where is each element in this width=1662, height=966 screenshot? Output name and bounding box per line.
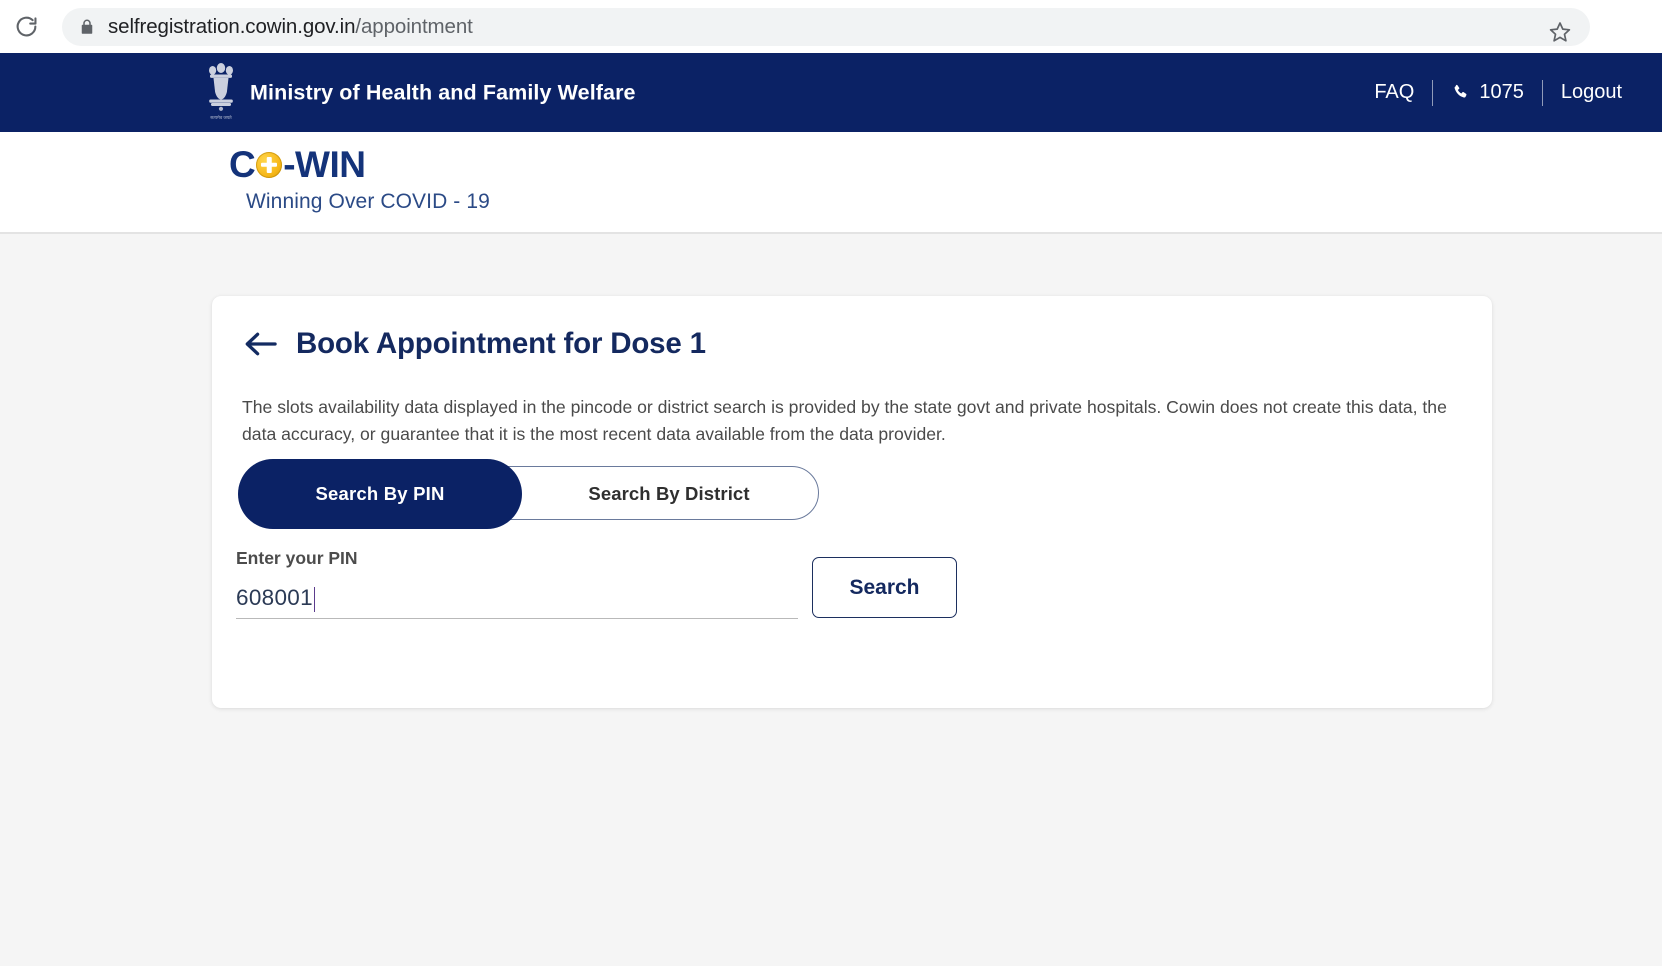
header-links: FAQ 1075 Logout — [1356, 53, 1662, 132]
cowin-logo-c: C — [229, 144, 256, 185]
cowin-wordmark: C -WIN — [229, 146, 490, 183]
back-arrow-icon[interactable] — [244, 331, 277, 357]
address-bar[interactable]: selfregistration.cowin.gov.in/appointmen… — [62, 8, 1590, 46]
pin-field-label: Enter your PIN — [236, 548, 358, 568]
cowin-logo[interactable]: C -WIN Winning Over COVID - 19 — [229, 146, 490, 214]
lock-icon — [78, 18, 96, 36]
svg-text:सत्यमेव जयते: सत्यमेव जयते — [210, 115, 232, 120]
government-header: सत्यमेव जयते Ministry of Health and Fami… — [0, 53, 1662, 132]
helpline-link[interactable]: 1075 — [1433, 81, 1542, 104]
brand-band: C -WIN Winning Over COVID - 19 — [0, 132, 1662, 234]
cowin-tagline: Winning Over COVID - 19 — [246, 190, 490, 213]
phone-icon — [1451, 83, 1470, 102]
pin-input-value: 608001 — [236, 585, 313, 610]
url-text: selfregistration.cowin.gov.in/appointmen… — [108, 15, 473, 39]
url-path: /appointment — [355, 15, 473, 38]
cowin-logo-win: -WIN — [283, 144, 366, 185]
logout-link[interactable]: Logout — [1543, 81, 1640, 104]
ministry-title: Ministry of Health and Family Welfare — [250, 80, 636, 104]
browser-toolbar: selfregistration.cowin.gov.in/appointmen… — [0, 0, 1662, 53]
url-host: selfregistration.cowin.gov.in — [108, 15, 356, 38]
text-caret — [313, 587, 316, 612]
tab-search-by-district[interactable]: Search By District — [520, 467, 818, 521]
tab-search-by-pin[interactable]: Search By PIN — [238, 459, 522, 529]
india-state-emblem-icon: सत्यमेव जयते — [204, 61, 238, 123]
helpline-number: 1075 — [1479, 81, 1524, 103]
card-header: Book Appointment for Dose 1 — [244, 327, 706, 361]
faq-link[interactable]: FAQ — [1356, 81, 1432, 104]
slots-disclaimer: The slots availability data displayed in… — [242, 397, 1447, 445]
pin-input[interactable]: 608001 — [236, 575, 798, 619]
reload-icon[interactable] — [5, 6, 47, 48]
plus-circle-icon — [256, 151, 283, 178]
page-title: Book Appointment for Dose 1 — [296, 327, 706, 360]
bookmark-star-icon[interactable] — [1548, 20, 1572, 49]
search-button[interactable]: Search — [812, 557, 957, 618]
